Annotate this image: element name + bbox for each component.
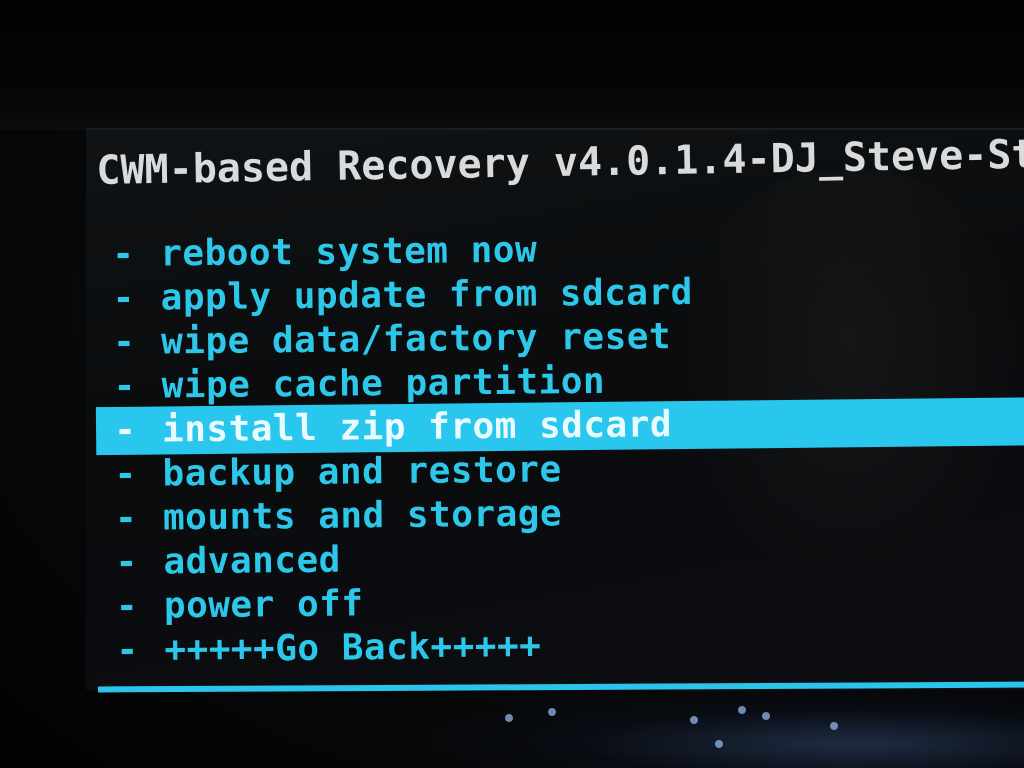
menu-item-mounts-and-storage[interactable]: - mounts and storage <box>115 491 696 541</box>
wallpaper-sparkle <box>715 740 723 748</box>
photo-frame: CWM-based Recovery v4.0.1.4-DJ_Steve-St … <box>0 0 1024 768</box>
menu-item-reboot-system-now[interactable]: - reboot system now <box>112 227 693 277</box>
wallpaper-sparkle <box>738 706 746 714</box>
menu-item-label: wipe cache partition <box>161 360 606 407</box>
menu-item-power-off[interactable]: - power off <box>116 579 697 629</box>
menu-bullet: - <box>112 321 136 363</box>
device-bezel <box>0 0 1024 130</box>
menu-item-label: mounts and storage <box>162 493 563 539</box>
menu-bullet: - <box>115 585 139 627</box>
menu-item-apply-update-from-sdcard[interactable]: - apply update from sdcard <box>112 271 693 321</box>
menu-bullet: - <box>115 541 138 583</box>
menu-bullet: - <box>114 453 137 495</box>
menu-item-label: power off <box>163 583 364 627</box>
menu-item-label: reboot system now <box>160 229 538 275</box>
wallpaper-sparkle <box>690 716 698 724</box>
menu-bullet: - <box>114 497 138 539</box>
menu-item-label: wipe data/factory reset <box>160 316 672 363</box>
menu-bullet: - <box>112 277 136 319</box>
menu-item-label: advanced <box>163 539 342 583</box>
menu-item-label: backup and restore <box>162 449 562 495</box>
recovery-menu: - reboot system now - apply update from sd… <box>112 227 697 673</box>
menu-item-label: apply update from sdcard <box>160 271 694 319</box>
menu-item-advanced[interactable]: - advanced <box>115 535 696 585</box>
wallpaper-sparkle <box>762 712 770 720</box>
menu-item-install-zip-from-sdcard[interactable]: - install zip from sdcard <box>114 403 695 453</box>
menu-item-wipe-data-factory-reset[interactable]: - wipe data/factory reset <box>113 315 694 365</box>
menu-item-go-back[interactable]: - +++++Go Back+++++ <box>116 623 697 673</box>
menu-item-label: install zip from sdcard <box>161 404 673 451</box>
wallpaper-sparkle <box>505 714 513 722</box>
menu-item-backup-and-restore[interactable]: - backup and restore <box>114 447 695 497</box>
menu-item-wipe-cache-partition[interactable]: - wipe cache partition <box>113 359 694 409</box>
menu-bullet: - <box>113 409 137 451</box>
menu-bullet: - <box>116 629 139 671</box>
menu-bullet: - <box>113 365 137 407</box>
menu-item-label: +++++Go Back+++++ <box>164 625 542 671</box>
wallpaper-sparkle <box>830 722 838 730</box>
background-wallpaper-glow <box>420 690 1024 768</box>
menu-bullet: - <box>112 233 135 275</box>
wallpaper-sparkle <box>548 708 556 716</box>
